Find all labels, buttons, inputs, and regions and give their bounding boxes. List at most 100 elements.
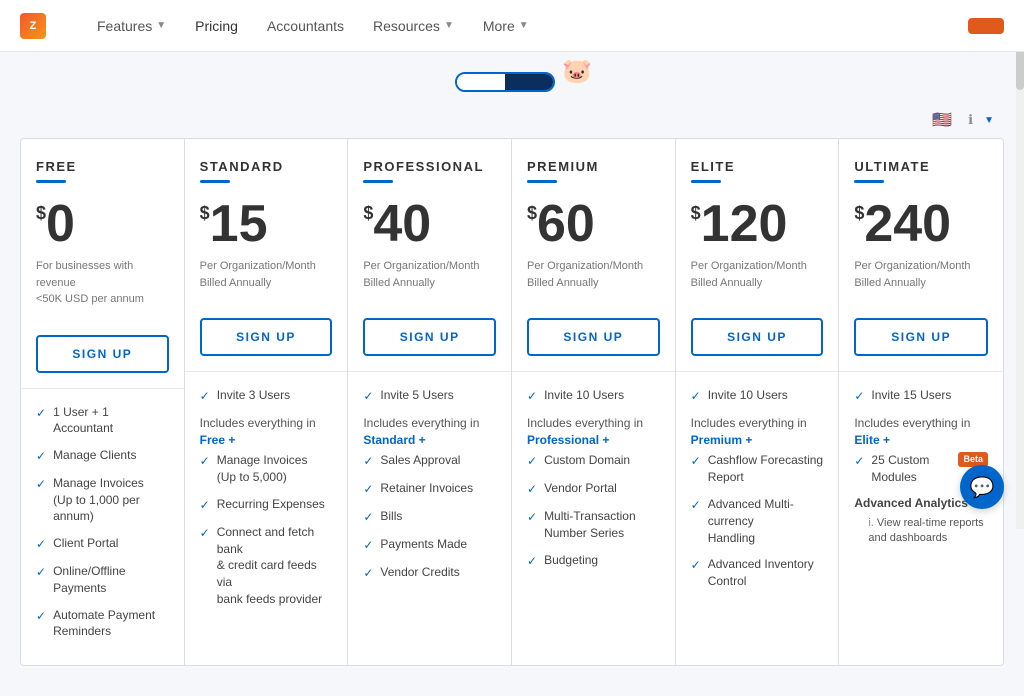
plan-price-dollar-professional: $ xyxy=(363,203,373,224)
plan-col-free: FREE$0For businesses with revenue <50K U… xyxy=(21,139,185,665)
list-item: ✓Invite 15 Users xyxy=(854,387,988,405)
plan-features-free: ✓1 User + 1 Accountant✓Manage Clients✓Ma… xyxy=(21,389,184,666)
feature-text: Custom Domain xyxy=(544,452,630,469)
feature-text: 1 User + 1 Accountant xyxy=(53,404,169,438)
resources-arrow: ▼ xyxy=(444,20,454,31)
list-item: ✓Custom Domain xyxy=(527,452,660,470)
nav-pricing[interactable]: Pricing xyxy=(183,12,250,40)
check-icon: ✓ xyxy=(36,448,46,465)
plan-price-amount-premium: 60 xyxy=(537,198,595,250)
feature-text: Multi-Transaction Number Series xyxy=(544,508,636,542)
check-icon: ✓ xyxy=(200,525,210,542)
plan-header-ultimate: ULTIMATE$240Per Organization/Month Bille… xyxy=(839,139,1003,306)
includes-link-premium[interactable]: Professional + xyxy=(527,433,609,447)
list-item: ✓Invite 10 Users xyxy=(691,387,824,405)
plan-price-row-professional: $40 xyxy=(363,198,496,250)
nav-resources[interactable]: Resources ▼ xyxy=(361,12,466,40)
change-arrow-icon: ▼ xyxy=(984,115,994,126)
plan-price-desc-free: For businesses with revenue <50K USD per… xyxy=(36,258,169,308)
plan-features-premium: ✓Invite 10 UsersIncludes everything in P… xyxy=(512,372,675,665)
feature-text: Manage Invoices (Up to 1,000 per annum) xyxy=(53,475,169,525)
includes-link-ultimate[interactable]: Elite + xyxy=(854,433,890,447)
plan-signup-btn-elite[interactable]: SIGN UP xyxy=(691,318,824,356)
nav-accountants[interactable]: Accountants xyxy=(255,12,356,40)
navbar-signup-button[interactable] xyxy=(968,18,1004,34)
includes-link-professional[interactable]: Standard + xyxy=(363,433,425,447)
advanced-analytics-sub: View real-time reports and dashboards xyxy=(854,516,988,547)
includes-link-standard[interactable]: Free + xyxy=(200,433,236,447)
plan-underline-elite xyxy=(691,180,721,183)
feature-text: Online/Offline Payments xyxy=(53,563,169,597)
includes-text-standard: Includes everything in Free + xyxy=(200,415,333,449)
nav-features[interactable]: Features ▼ xyxy=(85,12,178,40)
feature-text: Budgeting xyxy=(544,552,598,569)
page-scrollbar[interactable] xyxy=(1016,0,1024,529)
pricing-wrapper: FREE$0For businesses with revenue <50K U… xyxy=(0,138,1024,696)
check-icon: ✓ xyxy=(363,481,373,498)
plan-price-dollar-premium: $ xyxy=(527,203,537,224)
location-banner: 🇺🇸 ℹ ▼ xyxy=(0,102,1024,138)
plan-price-amount-professional: 40 xyxy=(373,198,431,250)
plan-price-desc-elite: Per Organization/Month Billed Annually xyxy=(691,258,824,291)
check-icon: ✓ xyxy=(691,557,701,574)
check-icon: ✓ xyxy=(691,497,701,514)
plan-col-elite: ELITE$120Per Organization/Month Billed A… xyxy=(676,139,840,665)
includes-link-elite[interactable]: Premium + xyxy=(691,433,753,447)
plan-price-amount-ultimate: 240 xyxy=(864,198,951,250)
plan-col-standard: STANDARD$15Per Organization/Month Billed… xyxy=(185,139,349,665)
plan-signup-btn-ultimate[interactable]: SIGN UP xyxy=(854,318,988,356)
plan-name-elite: ELITE xyxy=(691,159,824,174)
plan-col-premium: PREMIUM$60Per Organization/Month Billed … xyxy=(512,139,676,665)
plan-signup-btn-premium[interactable]: SIGN UP xyxy=(527,318,660,356)
yearly-toggle[interactable] xyxy=(505,74,553,90)
nav-more[interactable]: More ▼ xyxy=(471,12,541,40)
plan-col-ultimate: ULTIMATE$240Per Organization/Month Bille… xyxy=(839,139,1003,665)
plan-price-dollar-ultimate: $ xyxy=(854,203,864,224)
info-icon: ℹ xyxy=(968,112,973,128)
billing-toggle-section: 🐷 xyxy=(0,52,1024,102)
more-arrow: ▼ xyxy=(519,20,529,31)
change-link[interactable]: ▼ xyxy=(981,115,994,126)
feature-text: Vendor Credits xyxy=(380,564,459,581)
zoho-icon: Z xyxy=(20,13,46,39)
plan-features-elite: ✓Invite 10 UsersIncludes everything in P… xyxy=(676,372,839,665)
plan-signup-btn-standard[interactable]: SIGN UP xyxy=(200,318,333,356)
plan-name-professional: PROFESSIONAL xyxy=(363,159,496,174)
plan-price-desc-ultimate: Per Organization/Month Billed Annually xyxy=(854,258,988,291)
monthly-toggle[interactable] xyxy=(457,74,505,90)
feature-text: Invite 5 Users xyxy=(380,387,453,404)
check-icon: ✓ xyxy=(36,536,46,553)
list-item: ✓Sales Approval xyxy=(363,452,496,470)
plan-header-free: FREE$0For businesses with revenue <50K U… xyxy=(21,139,184,323)
feature-text: Recurring Expenses xyxy=(217,496,325,513)
features-arrow: ▼ xyxy=(156,20,166,31)
plan-price-amount-free: 0 xyxy=(46,198,75,250)
list-item: ✓ Advanced Multi-currency Handling xyxy=(691,496,824,546)
plan-name-standard: STANDARD xyxy=(200,159,333,174)
feature-text: 25 Custom Modules xyxy=(871,452,947,486)
feature-text: Invite 10 Users xyxy=(708,387,788,404)
feature-text: Sales Approval xyxy=(380,452,460,469)
chat-bubble[interactable]: 💬 xyxy=(960,465,1004,509)
includes-text-elite: Includes everything in Premium + xyxy=(691,415,824,449)
plan-price-row-standard: $15 xyxy=(200,198,333,250)
check-icon: ✓ xyxy=(527,388,537,405)
plan-underline-free xyxy=(36,180,66,183)
plan-underline-professional xyxy=(363,180,393,183)
plan-name-premium: PREMIUM xyxy=(527,159,660,174)
plan-signup-btn-free[interactable]: SIGN UP xyxy=(36,335,169,373)
list-item: ✓Invite 5 Users xyxy=(363,387,496,405)
feature-text: Connect and fetch bank & credit card fee… xyxy=(217,524,333,608)
list-item: ✓ Connect and fetch bank & credit card fe… xyxy=(200,524,333,608)
feature-text: Advanced Multi-currency Handling xyxy=(708,496,824,546)
plan-underline-premium xyxy=(527,180,557,183)
plan-price-dollar-free: $ xyxy=(36,203,46,224)
list-item: ✓Bills xyxy=(363,508,496,526)
pricing-table: FREE$0For businesses with revenue <50K U… xyxy=(20,138,1004,666)
list-item: ✓Invite 3 Users xyxy=(200,387,333,405)
plan-signup-btn-professional[interactable]: SIGN UP xyxy=(363,318,496,356)
check-icon: ✓ xyxy=(691,453,701,470)
nav-menu: Features ▼ Pricing Accountants Resources… xyxy=(85,12,968,40)
plan-price-dollar-elite: $ xyxy=(691,203,701,224)
check-icon: ✓ xyxy=(527,509,537,526)
